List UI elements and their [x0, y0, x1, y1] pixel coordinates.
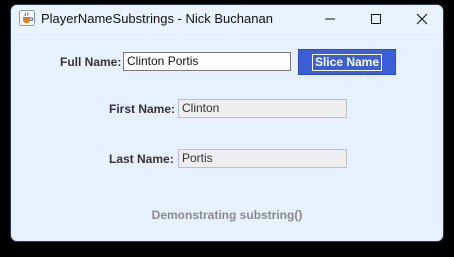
full-name-label: Full Name: — [60, 55, 122, 69]
slice-name-button[interactable]: Slice Name — [298, 49, 396, 75]
first-name-label: First Name: — [109, 102, 176, 116]
maximize-button[interactable] — [353, 5, 399, 33]
full-name-input[interactable]: Clinton Portis — [123, 52, 291, 71]
title-bar[interactable]: PlayerNameSubstrings - Nick Buchanan — [11, 5, 443, 33]
app-window: PlayerNameSubstrings - Nick Buchanan Ful… — [10, 4, 444, 242]
window-title: PlayerNameSubstrings - Nick Buchanan — [41, 11, 273, 26]
maximize-icon — [371, 14, 381, 24]
close-icon — [416, 13, 428, 25]
last-name-label: Last Name: — [109, 152, 174, 166]
first-name-field: Clinton — [178, 99, 347, 118]
minimize-button[interactable] — [307, 5, 353, 33]
minimize-icon — [325, 18, 335, 20]
footer-caption: Demonstrating substring() — [151, 208, 303, 222]
slice-name-button-label: Slice Name — [311, 53, 383, 71]
last-name-field: Portis — [178, 149, 347, 168]
close-button[interactable] — [399, 5, 443, 33]
java-cup-icon — [19, 10, 35, 26]
